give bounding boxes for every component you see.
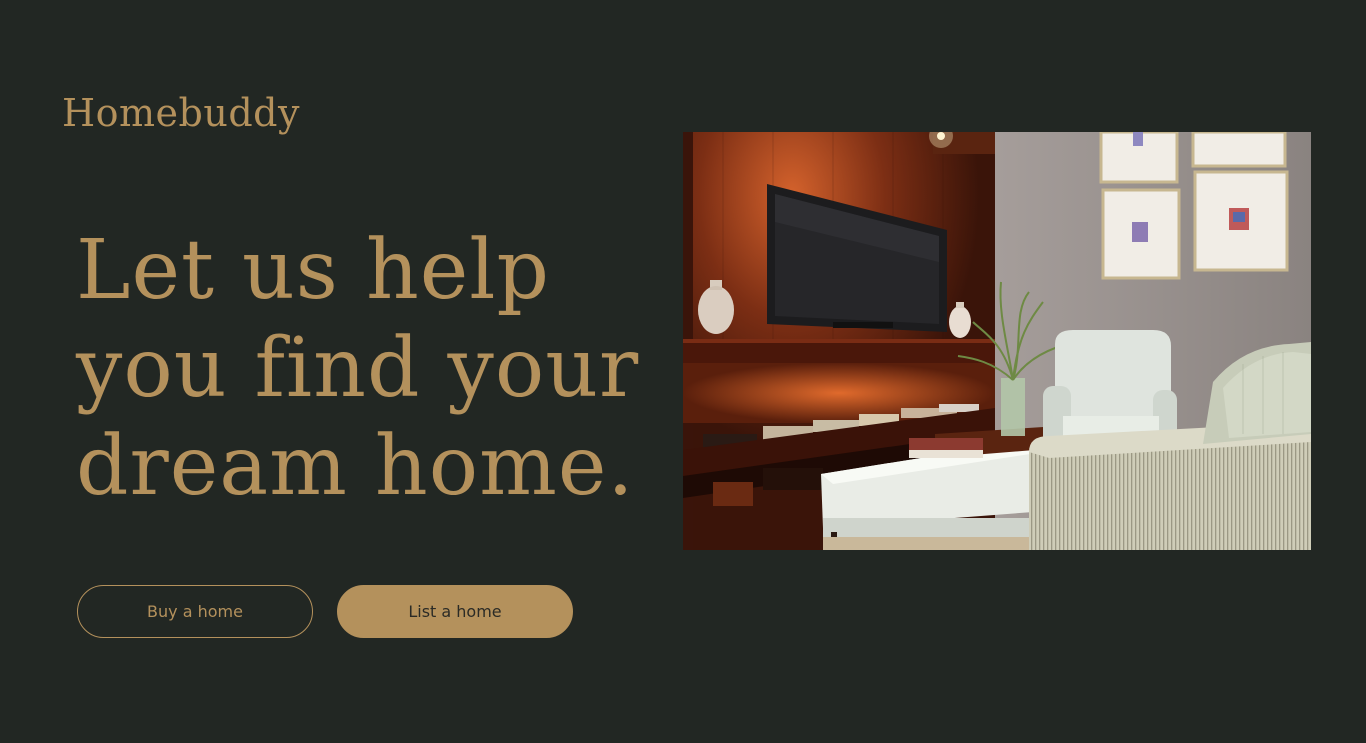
- headline-line-3: dream home.: [76, 419, 635, 514]
- buy-home-button[interactable]: Buy a home: [77, 585, 313, 638]
- living-room-photo: [683, 132, 1311, 550]
- list-home-button[interactable]: List a home: [337, 585, 573, 638]
- hero-headline: Let us help you find your dream home.: [76, 222, 656, 516]
- headline-line-1: Let us help: [76, 223, 551, 318]
- headline-line-2: you find your: [76, 321, 640, 416]
- brand-logo[interactable]: Homebuddy: [62, 94, 300, 132]
